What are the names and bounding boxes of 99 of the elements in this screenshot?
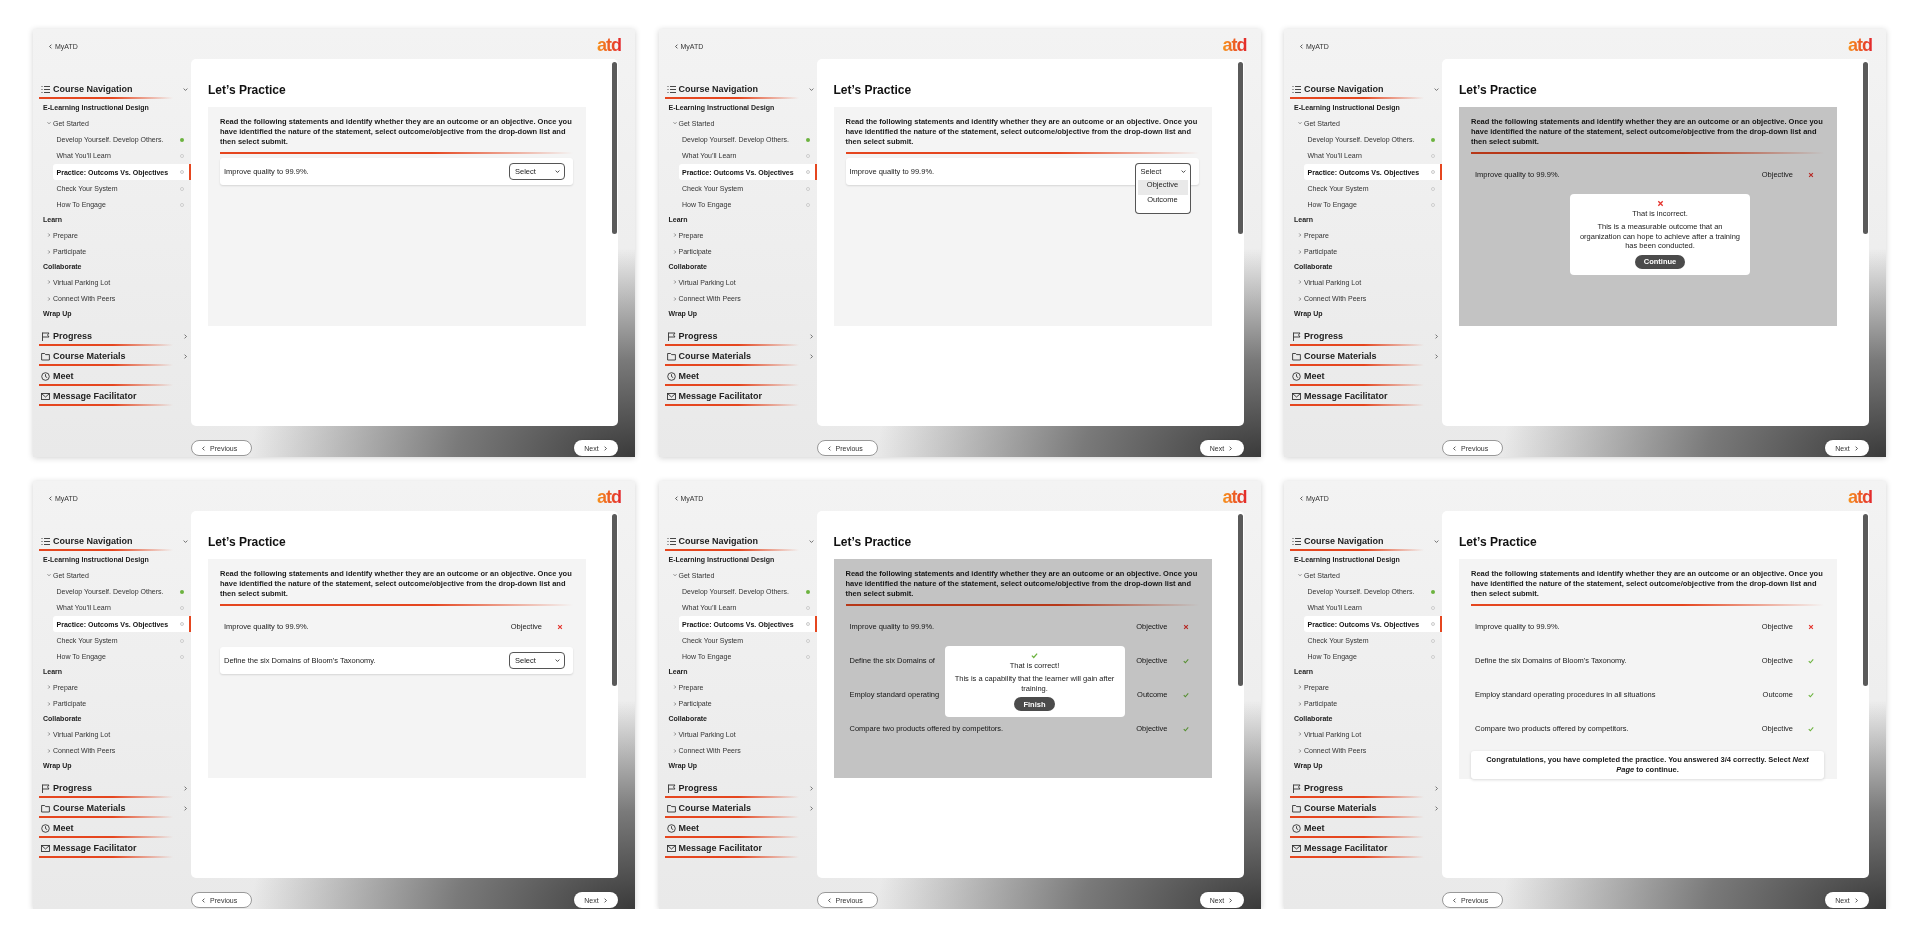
scrollbar[interactable] — [1863, 514, 1868, 686]
folder-icon — [41, 804, 50, 813]
nav-menu-button[interactable]: Message Facilitator — [1290, 388, 1440, 405]
chevron-left-icon — [1452, 445, 1457, 451]
nav-menu-button[interactable]: Course Navigation — [39, 81, 189, 97]
mail-icon — [666, 844, 676, 853]
nav-menu-button[interactable]: Message Facilitator — [39, 388, 189, 405]
nav-menu-button[interactable]: Meet — [39, 368, 189, 385]
nav-menu-button[interactable]: Meet — [664, 368, 815, 385]
logo: atd — [597, 36, 621, 54]
mail-icon — [41, 844, 50, 853]
mail-icon — [41, 392, 50, 401]
chevron-left-icon — [48, 495, 53, 501]
chevron-left-icon — [1452, 897, 1457, 903]
chevron-right-icon — [1228, 445, 1234, 451]
page-title: Let’s Practice — [208, 535, 286, 549]
nav-menu-button[interactable]: Message Facilitator — [664, 388, 815, 405]
clock-icon — [41, 824, 50, 833]
logo: atd — [1222, 36, 1247, 54]
nav-menu-button[interactable]: Meet — [664, 820, 815, 837]
chevron-left-icon — [201, 445, 206, 451]
list-icon — [1292, 536, 1301, 546]
nav-menu-button[interactable]: Message Facilitator — [1290, 840, 1440, 857]
chevron-left-icon — [826, 445, 832, 451]
list-icon — [666, 84, 676, 94]
page-title: Let’s Practice — [833, 535, 912, 549]
list-icon — [666, 536, 676, 546]
chevron-left-icon — [1299, 495, 1304, 501]
folder-icon — [1292, 804, 1301, 813]
chevron-left-icon — [48, 43, 53, 49]
nav-menu-button[interactable]: Progress — [1290, 780, 1440, 797]
nav-menu-button[interactable]: Course Materials — [39, 348, 189, 365]
clock-icon — [666, 824, 676, 833]
chevron-right-icon — [1228, 897, 1234, 903]
nav-menu-button[interactable]: Course Navigation — [664, 533, 815, 549]
chevron-right-icon — [1853, 897, 1859, 903]
logo: atd — [597, 488, 621, 506]
scrollbar[interactable] — [1237, 62, 1243, 234]
chevron-left-icon — [201, 897, 206, 903]
logo: atd — [1848, 488, 1872, 506]
flag-icon — [41, 784, 50, 793]
list-icon — [41, 536, 50, 546]
logo: atd — [1848, 36, 1872, 54]
nav-menu-button[interactable]: Message Facilitator — [664, 840, 815, 857]
clock-icon — [41, 372, 50, 381]
scrollbar[interactable] — [612, 62, 617, 234]
nav-menu-button[interactable]: Course Navigation — [664, 81, 815, 97]
flag-icon — [666, 332, 676, 341]
clock-icon — [1292, 824, 1301, 833]
clock-icon — [666, 372, 676, 381]
page-title: Let’s Practice — [1459, 83, 1537, 97]
logo: atd — [1222, 488, 1247, 506]
mail-icon — [1292, 844, 1301, 853]
page-title: Let’s Practice — [833, 83, 912, 97]
folder-icon — [666, 352, 676, 361]
nav-menu-button[interactable]: Course Materials — [1290, 348, 1440, 365]
nav-menu-button[interactable]: Meet — [39, 820, 189, 837]
mail-icon — [1292, 392, 1301, 401]
nav-menu-button[interactable]: Course Materials — [39, 800, 189, 817]
folder-icon — [1292, 352, 1301, 361]
nav-menu-button[interactable]: Message Facilitator — [39, 840, 189, 857]
chevron-right-icon — [1853, 445, 1859, 451]
page-title: Let’s Practice — [208, 83, 286, 97]
list-icon — [1292, 84, 1301, 94]
chevron-right-icon — [602, 445, 608, 451]
flag-icon — [666, 784, 676, 793]
nav-menu-button[interactable]: Course Navigation — [39, 533, 189, 549]
chevron-left-icon — [673, 43, 679, 49]
nav-menu-button[interactable]: Meet — [1290, 820, 1440, 837]
mail-icon — [666, 392, 676, 401]
nav-menu-button[interactable]: Course Navigation — [1290, 81, 1440, 97]
flag-icon — [41, 332, 50, 341]
folder-icon — [41, 352, 50, 361]
chevron-left-icon — [673, 495, 679, 501]
nav-menu-button[interactable]: Progress — [1290, 328, 1440, 345]
chevron-left-icon — [826, 897, 832, 903]
nav-menu-button[interactable]: Progress — [39, 328, 189, 345]
nav-menu-button[interactable]: Course Materials — [664, 348, 815, 365]
nav-menu-button[interactable]: Progress — [664, 780, 815, 797]
flag-icon — [1292, 784, 1301, 793]
folder-icon — [666, 804, 676, 813]
scrollbar[interactable] — [1863, 62, 1868, 234]
nav-menu-button[interactable]: Progress — [39, 780, 189, 797]
nav-menu-button[interactable]: Course Materials — [664, 800, 815, 817]
scrollbar[interactable] — [1237, 514, 1243, 686]
nav-menu-button[interactable]: Progress — [664, 328, 815, 345]
scrollbar[interactable] — [612, 514, 617, 686]
flag-icon — [1292, 332, 1301, 341]
chevron-down-icon — [1180, 168, 1186, 174]
chevron-left-icon — [1299, 43, 1304, 49]
nav-menu-button[interactable]: Meet — [1290, 368, 1440, 385]
page-title: Let’s Practice — [1459, 535, 1537, 549]
list-icon — [41, 84, 50, 94]
nav-menu-button[interactable]: Course Materials — [1290, 800, 1440, 817]
clock-icon — [1292, 372, 1301, 381]
nav-menu-button[interactable]: Course Navigation — [1290, 533, 1440, 549]
chevron-right-icon — [602, 897, 608, 903]
chevron-down-icon — [555, 658, 560, 663]
chevron-down-icon — [555, 168, 560, 174]
